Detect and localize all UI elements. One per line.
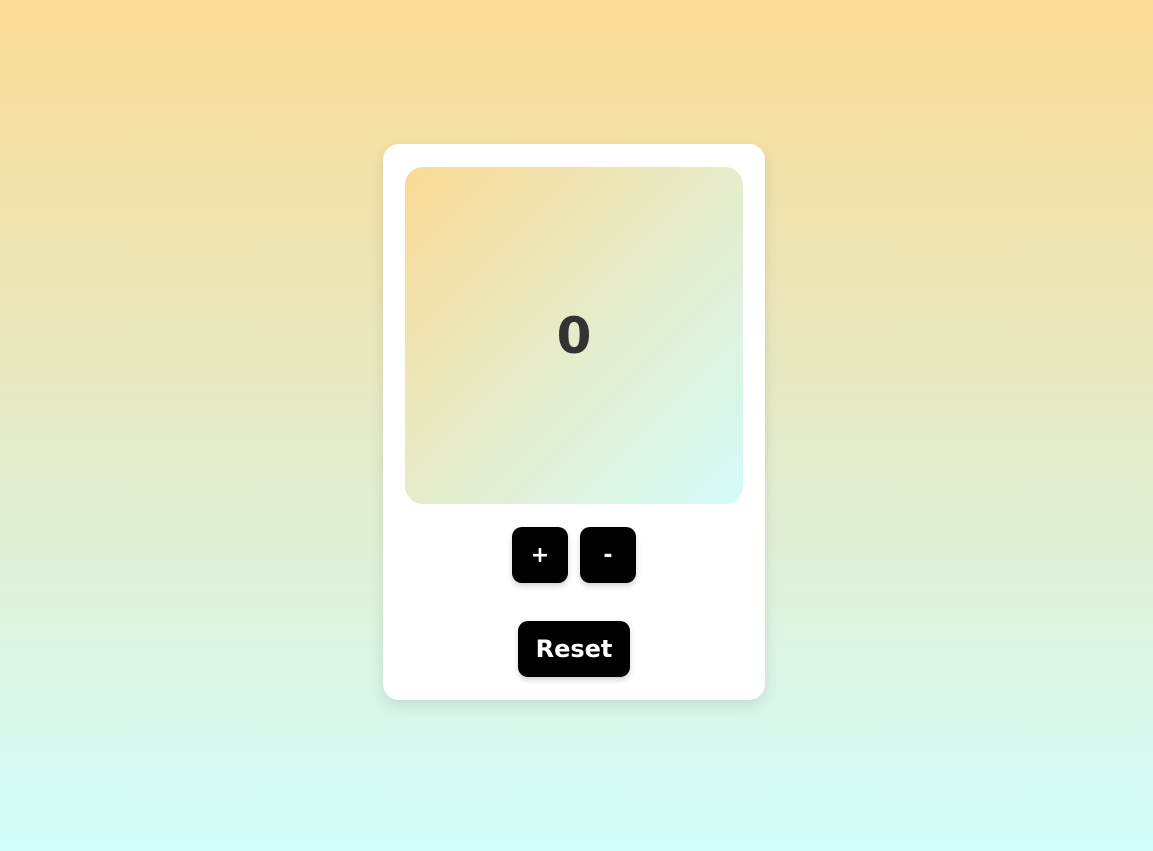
counter-card: 0 + - Reset [383, 144, 765, 700]
increment-button[interactable]: + [512, 527, 568, 583]
reset-button[interactable]: Reset [518, 621, 630, 677]
counter-value: 0 [556, 306, 592, 365]
decrement-button[interactable]: - [580, 527, 636, 583]
page-background: { "counter": { "value": "0" }, "controls… [0, 0, 1153, 851]
counter-display: 0 [405, 167, 743, 504]
